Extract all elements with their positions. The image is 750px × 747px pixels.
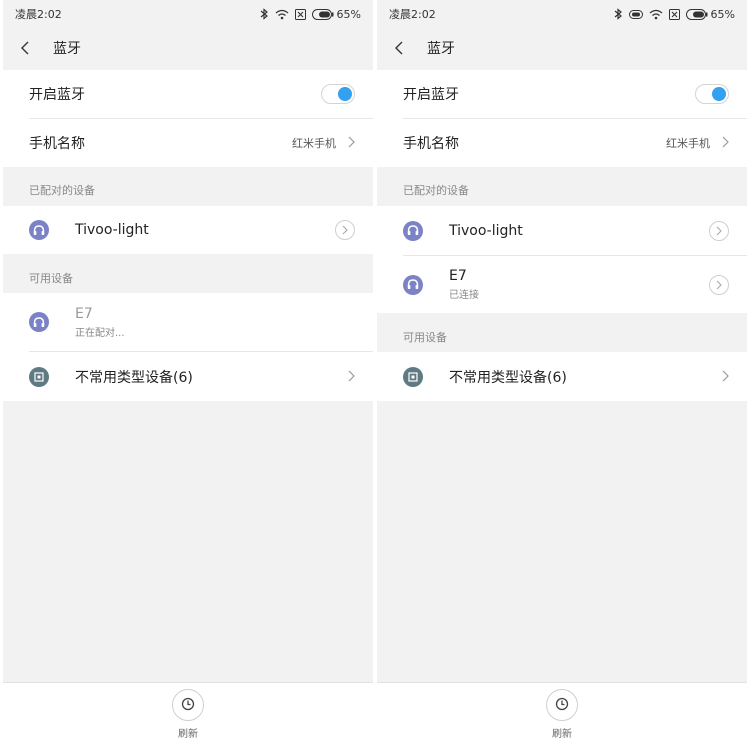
back-arrow-icon[interactable]: [17, 40, 33, 56]
wifi-icon: [275, 9, 289, 20]
device-status: 已连接: [449, 290, 479, 301]
screen-left: 凌晨2:02 65% 蓝牙 开启蓝牙 手机名称 红米手机 已配对的设备 Tivo…: [3, 0, 373, 747]
wifi-icon: [649, 9, 663, 20]
paired-devices-card: Tivoo-light E7 已连接: [377, 206, 747, 313]
battery-indicator: 65%: [685, 7, 735, 21]
device-name: Tivoo-light: [75, 222, 149, 238]
toggle-knob: [712, 87, 726, 101]
device-name: E7: [75, 305, 93, 322]
status-time: 凌晨2:02: [389, 8, 436, 21]
headphones-icon: [403, 274, 423, 295]
phone-name-value-group: 红米手机: [666, 135, 729, 151]
headset-connected-icon: [628, 9, 643, 20]
status-bar: 凌晨2:02 65%: [3, 0, 373, 28]
device-text: E7 正在配对...: [75, 306, 125, 339]
bluetooth-label: 开启蓝牙: [29, 87, 85, 103]
title-bar: 蓝牙: [3, 28, 373, 68]
device-status: 正在配对...: [75, 327, 125, 339]
no-sim-icon: [668, 8, 680, 20]
device-name: 不常用类型设备(6): [75, 369, 193, 386]
battery-icon: [685, 8, 708, 20]
device-box-icon: [403, 366, 423, 387]
bluetooth-toggle-row[interactable]: 开启蓝牙: [377, 70, 747, 118]
available-devices-card: 不常用类型设备(6): [377, 352, 747, 401]
device-text: 不常用类型设备(6): [75, 367, 193, 387]
screen-right: 凌晨2:02 65% 蓝牙 开启蓝牙 手机名称 红米手机 已配对的设备 Tivo…: [377, 0, 747, 747]
page-title: 蓝牙: [427, 41, 455, 57]
chevron-right-icon: [348, 136, 355, 151]
refresh-button[interactable]: [172, 689, 204, 721]
chevron-right-icon[interactable]: [348, 367, 355, 386]
refresh-icon: [181, 696, 195, 715]
phone-name-value: 红米手机: [292, 137, 336, 150]
bluetooth-label: 开启蓝牙: [403, 87, 459, 103]
device-name: Tivoo-light: [449, 222, 523, 239]
phone-name-label: 手机名称: [403, 136, 459, 152]
phone-name-row[interactable]: 手机名称 红米手机: [377, 119, 747, 167]
no-sim-icon: [294, 8, 306, 20]
bluetooth-toggle[interactable]: [695, 84, 729, 104]
status-icons: 65%: [260, 8, 361, 21]
device-name: 不常用类型设备(6): [449, 369, 567, 386]
bluetooth-toggle-row[interactable]: 开启蓝牙: [3, 70, 373, 118]
status-icons: 65%: [614, 8, 735, 21]
device-row-tivoo[interactable]: Tivoo-light: [377, 206, 747, 255]
refresh-button[interactable]: [546, 689, 578, 721]
available-section-header: 可用设备: [377, 321, 747, 352]
phone-name-label: 手机名称: [29, 136, 85, 152]
status-time: 凌晨2:02: [15, 8, 62, 21]
battery-level: 65%: [336, 7, 361, 21]
headphones-icon: [29, 312, 49, 332]
battery-level: 65%: [710, 7, 735, 21]
device-row-uncommon[interactable]: 不常用类型设备(6): [3, 352, 373, 401]
battery-indicator: 65%: [311, 7, 361, 21]
title-bar: 蓝牙: [377, 28, 747, 68]
refresh-icon: [555, 696, 569, 715]
available-section-header: 可用设备: [3, 262, 373, 293]
device-row-uncommon[interactable]: 不常用类型设备(6): [377, 352, 747, 401]
phone-name-value: 红米手机: [666, 137, 710, 150]
page-title: 蓝牙: [53, 41, 81, 57]
device-details-button[interactable]: [335, 220, 355, 240]
back-arrow-icon[interactable]: [391, 40, 407, 56]
phone-name-value-group: 红米手机: [292, 135, 355, 151]
paired-section-header: 已配对的设备: [3, 174, 373, 206]
device-details-button[interactable]: [709, 220, 729, 241]
chevron-right-icon: [722, 136, 729, 151]
device-details-button[interactable]: [709, 274, 729, 295]
device-row-e7[interactable]: E7 已连接: [377, 256, 747, 313]
bluetooth-icon: [614, 8, 623, 20]
device-text: Tivoo-light: [449, 223, 523, 239]
refresh-label: 刷新: [178, 729, 198, 740]
toggle-knob: [338, 87, 352, 101]
headphones-icon: [403, 220, 423, 241]
bottom-bar: 刷新: [3, 682, 373, 747]
settings-card: 开启蓝牙 手机名称 红米手机: [377, 70, 747, 167]
battery-icon: [311, 8, 334, 20]
device-row-e7[interactable]: E7 正在配对...: [3, 293, 373, 351]
device-row-tivoo[interactable]: Tivoo-light: [3, 206, 373, 254]
device-box-icon: [29, 366, 49, 387]
paired-devices-card: Tivoo-light: [3, 206, 373, 254]
device-text: 不常用类型设备(6): [449, 367, 567, 387]
bottom-bar: 刷新: [377, 682, 747, 747]
headphones-icon: [29, 220, 49, 240]
chevron-right-icon[interactable]: [722, 367, 729, 386]
device-name: E7: [449, 268, 467, 284]
status-bar: 凌晨2:02 65%: [377, 0, 747, 28]
bluetooth-toggle[interactable]: [321, 84, 355, 104]
refresh-label: 刷新: [552, 729, 572, 740]
device-text: Tivoo-light: [75, 222, 149, 238]
paired-section-header: 已配对的设备: [377, 174, 747, 206]
settings-card: 开启蓝牙 手机名称 红米手机: [3, 70, 373, 167]
phone-name-row[interactable]: 手机名称 红米手机: [3, 119, 373, 167]
available-devices-card: E7 正在配对... 不常用类型设备(6): [3, 293, 373, 401]
bluetooth-icon: [260, 8, 269, 20]
device-text: E7 已连接: [449, 268, 479, 301]
